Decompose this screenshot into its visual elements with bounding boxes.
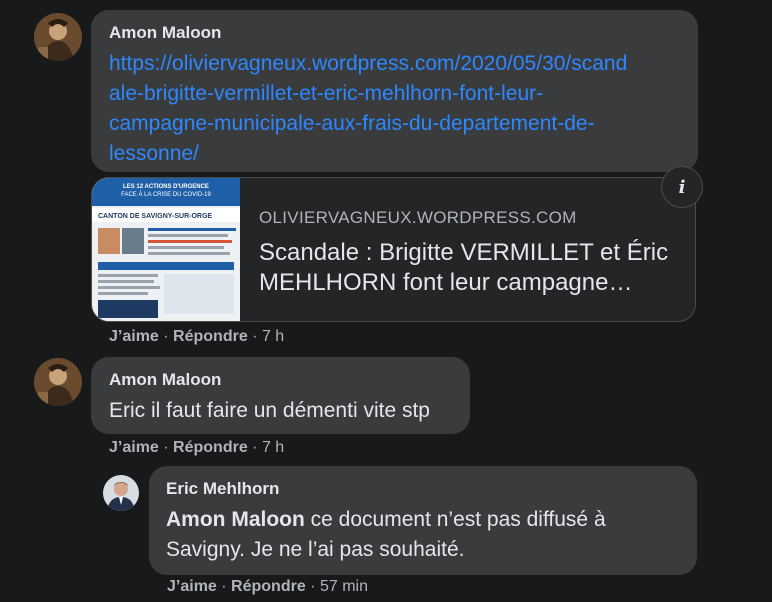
avatar[interactable] <box>34 358 82 406</box>
separator: · <box>163 439 174 456</box>
comment-bubble: Amon Maloon https://oliviervagneux.wordp… <box>91 10 698 172</box>
like-button[interactable]: J’aime <box>167 578 217 595</box>
svg-text:FACE À LA CRISE DU COVID-19: FACE À LA CRISE DU COVID-19 <box>121 191 211 198</box>
comment-text: Eric il faut faire un démenti vite stp <box>109 399 430 422</box>
like-button[interactable]: J’aime <box>109 439 159 456</box>
comment-actions: J’aime · Répondre · 7 h <box>109 328 284 346</box>
comment-author[interactable]: Amon Maloon <box>109 370 452 390</box>
link-preview-card[interactable]: LES 12 ACTIONS D'URGENCE FACE À LA CRISE… <box>91 177 696 322</box>
preview-domain[interactable]: OLIVIERVAGNEUX.WORDPRESS.COM <box>259 208 577 228</box>
separator: · <box>310 578 320 595</box>
comment-timestamp[interactable]: 7 h <box>262 439 284 456</box>
comment-timestamp[interactable]: 7 h <box>262 328 284 345</box>
preview-title[interactable]: Scandale : Brigitte VERMILLET et Éric ME… <box>259 238 679 298</box>
avatar[interactable] <box>34 13 82 61</box>
separator: · <box>252 328 262 345</box>
separator: · <box>252 439 262 456</box>
like-button[interactable]: J’aime <box>109 328 159 345</box>
info-icon[interactable]: i <box>661 166 703 208</box>
comment-author[interactable]: Eric Mehlhorn <box>166 479 680 499</box>
link-line[interactable]: https://oliviervagneux.wordpress.com/202… <box>109 49 680 79</box>
comment-timestamp[interactable]: 57 min <box>320 578 368 595</box>
svg-text:LES 12 ACTIONS D'URGENCE: LES 12 ACTIONS D'URGENCE <box>123 184 209 190</box>
link-line[interactable]: campagne-municipale-aux-frais-du-departe… <box>109 109 680 139</box>
avatar[interactable] <box>103 475 139 511</box>
mention-link[interactable]: Amon Maloon <box>166 508 305 531</box>
comment-actions: J’aime · Répondre · 7 h <box>109 439 284 457</box>
link-line[interactable]: lessonne/ <box>109 139 680 169</box>
reply-button[interactable]: Répondre <box>173 328 248 345</box>
preview-thumbnail: LES 12 ACTIONS D'URGENCE FACE À LA CRISE… <box>92 178 240 321</box>
reply-bubble: Eric Mehlhorn Amon Maloon ce document n’… <box>149 466 697 575</box>
link-line[interactable]: ale-brigitte-vermillet-et-eric-mehlhorn-… <box>109 79 680 109</box>
separator: · <box>163 328 174 345</box>
comment-bubble: Amon Maloon Eric il faut faire un dément… <box>91 357 470 434</box>
comment-author[interactable]: Amon Maloon <box>109 23 680 43</box>
comment-link[interactable]: https://oliviervagneux.wordpress.com/202… <box>109 49 680 169</box>
comment-actions: J’aime · Répondre · 57 min <box>167 578 368 596</box>
comment-text: Amon Maloon ce document n’est pas diffus… <box>166 505 680 565</box>
reply-button[interactable]: Répondre <box>173 439 248 456</box>
comment-text-line: ce document n’est pas diffusé à <box>304 508 606 531</box>
comment-text-line: Savigny. Je ne l’ai pas souhaité. <box>166 538 465 561</box>
reply-button[interactable]: Répondre <box>231 578 306 595</box>
svg-text:CANTON DE SAVIGNY-SUR-ORGE: CANTON DE SAVIGNY-SUR-ORGE <box>98 213 212 220</box>
separator: · <box>221 578 232 595</box>
